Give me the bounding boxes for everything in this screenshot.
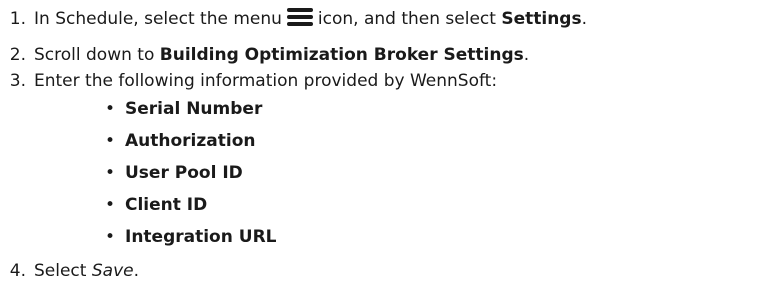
field-label: Client ID — [125, 195, 208, 215]
step-4: 4. Select Save. — [0, 258, 139, 284]
step-text: Scroll down to — [34, 45, 155, 65]
step-text: In Schedule, select the menu — [34, 9, 282, 29]
step-3: 3. Enter the following information provid… — [0, 68, 497, 94]
step-text: Select — [34, 261, 87, 281]
save-label: Save — [91, 261, 134, 281]
field-item: • Client ID — [105, 192, 207, 218]
field-label: Authorization — [125, 131, 256, 151]
step-1: 1. In Schedule, select the menu icon, and … — [0, 6, 587, 32]
step-2: 2. Scroll down to Building Optimization B… — [0, 42, 529, 68]
step-number: 4. — [9, 261, 26, 281]
step-number: 3. — [9, 71, 26, 91]
step-number: 1. — [9, 9, 26, 29]
bullet: • — [105, 227, 116, 247]
step-punctuation: . — [523, 45, 530, 65]
step-text: icon, and then select — [317, 9, 496, 29]
bullet: • — [105, 163, 116, 183]
bullet: • — [105, 99, 116, 119]
field-label: Serial Number — [125, 99, 263, 119]
settings-label: Settings — [501, 9, 582, 29]
field-item: • Serial Number — [105, 96, 262, 122]
step-text: Enter the following information provided… — [34, 71, 498, 91]
bullet: • — [105, 195, 116, 215]
step-punctuation: . — [581, 9, 587, 29]
step-number: 2. — [9, 45, 26, 65]
bullet: • — [105, 131, 116, 151]
field-label: User Pool ID — [125, 163, 243, 183]
field-label: Integration URL — [125, 227, 277, 247]
hamburger-menu-icon — [286, 6, 313, 28]
field-item: • Authorization — [105, 128, 255, 154]
field-item: • User Pool ID — [105, 160, 243, 186]
instructions-document: 1. In Schedule, select the menu icon, and … — [0, 0, 768, 293]
field-item: • Integration URL — [105, 224, 277, 250]
step-punctuation: . — [133, 261, 139, 281]
broker-settings-label: Building Optimization Broker Settings — [159, 45, 524, 65]
